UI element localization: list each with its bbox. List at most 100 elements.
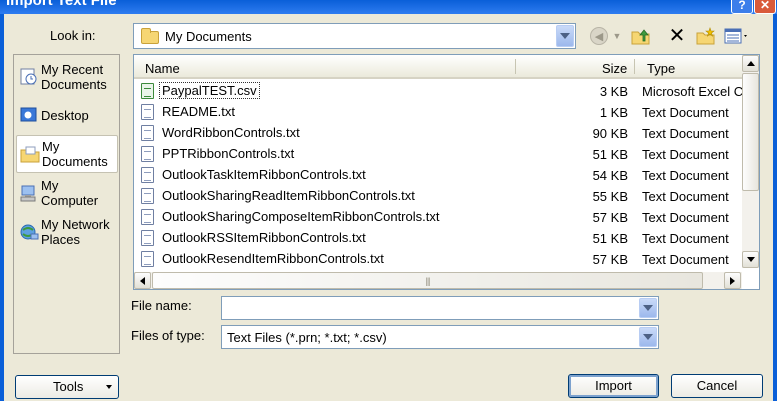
files-of-type-label: Files of type: — [131, 328, 205, 343]
column-header-size[interactable]: Size — [602, 61, 627, 76]
back-button[interactable]: ◀ — [590, 27, 608, 45]
text-document-icon — [141, 230, 154, 246]
file-name: README.txt — [162, 104, 235, 119]
look-in-dropdown-arrow[interactable] — [556, 25, 574, 47]
file-type: Text Document — [642, 105, 729, 120]
vertical-scrollbar[interactable] — [742, 55, 759, 268]
place-my-network-places[interactable]: My Network Places — [16, 214, 118, 252]
file-size: 90 KB — [592, 126, 628, 141]
file-type: Text Document — [642, 126, 729, 141]
my-documents-icon — [20, 146, 40, 163]
delete-button[interactable]: ✕ — [668, 25, 686, 47]
file-row[interactable]: OutlookRSSItemRibbonControls.txt 51 KB T… — [134, 228, 742, 249]
file-size: 1 KB — [599, 105, 628, 120]
chevron-down-icon — [560, 33, 570, 39]
desktop-icon — [20, 107, 37, 122]
look-in-label: Look in: — [50, 28, 96, 43]
text-document-icon — [141, 167, 154, 183]
text-document-icon — [141, 125, 154, 141]
cancel-button[interactable]: Cancel — [671, 374, 763, 398]
file-name-dropdown-arrow[interactable] — [639, 298, 657, 318]
file-row[interactable]: OutlookResendItemRibbonControls.txt 57 K… — [134, 249, 742, 270]
horizontal-scroll-thumb[interactable]: ||| — [152, 272, 703, 289]
tools-button[interactable]: Tools — [15, 375, 119, 399]
column-header-type[interactable]: Type — [647, 61, 675, 76]
help-icon: ? — [738, 0, 746, 12]
window-title: Import Text File — [6, 0, 117, 9]
file-name-input[interactable] — [221, 296, 659, 320]
views-button[interactable] — [724, 27, 750, 45]
scroll-right-button[interactable] — [724, 272, 741, 289]
files-of-type-dropdown[interactable]: Text Files (*.prn; *.txt; *.csv) — [221, 325, 659, 349]
text-document-icon — [141, 146, 154, 162]
chevron-down-icon — [643, 305, 653, 311]
file-row[interactable]: OutlookTaskItemRibbonControls.txt 54 KB … — [134, 165, 742, 186]
place-desktop[interactable]: Desktop — [16, 97, 118, 135]
file-size: 57 KB — [592, 252, 628, 267]
title-bar: Import Text File ? ✕ — [0, 0, 777, 14]
scroll-up-button[interactable] — [742, 55, 759, 72]
places-bar: My Recent Documents Desktop My Documents… — [13, 54, 120, 354]
place-my-computer[interactable]: My Computer — [16, 175, 118, 213]
place-label: My Network Places — [41, 217, 110, 247]
arrow-left-icon — [140, 276, 145, 285]
file-row[interactable]: OutlookSharingReadItemRibbonControls.txt… — [134, 186, 742, 207]
files-of-type-value: Text Files (*.prn; *.txt; *.csv) — [227, 330, 387, 345]
help-button[interactable]: ? — [731, 0, 753, 14]
place-my-documents[interactable]: My Documents — [16, 135, 118, 173]
file-size: 54 KB — [592, 168, 628, 183]
scroll-left-button[interactable] — [134, 272, 151, 289]
file-size: 51 KB — [592, 147, 628, 162]
look-in-dropdown[interactable]: My Documents — [133, 23, 576, 49]
text-document-icon — [141, 251, 154, 267]
file-row[interactable]: PPTRibbonControls.txt 51 KB Text Documen… — [134, 144, 742, 165]
file-row[interactable]: PaypalTEST.csv 3 KB Microsoft Excel C — [134, 81, 744, 102]
look-in-value: My Documents — [165, 29, 252, 44]
file-type: Microsoft Excel C — [642, 84, 744, 99]
horizontal-scrollbar[interactable]: ||| — [134, 272, 742, 289]
back-dropdown-arrow[interactable]: ▼ — [612, 27, 622, 45]
window-frame-left — [0, 14, 4, 401]
file-type: Text Document — [642, 168, 729, 183]
arrow-up-icon — [746, 61, 755, 66]
file-size: 57 KB — [592, 210, 628, 225]
text-document-icon — [141, 104, 154, 120]
text-document-icon — [141, 209, 154, 225]
file-name-label: File name: — [131, 298, 192, 313]
close-button[interactable]: ✕ — [754, 0, 776, 14]
up-one-level-icon — [631, 29, 650, 45]
file-name: OutlookTaskItemRibbonControls.txt — [162, 167, 366, 182]
column-header-name[interactable]: Name — [145, 61, 180, 76]
file-row[interactable]: OutlookSharingComposeItemRibbonControls.… — [134, 207, 742, 228]
my-documents-folder-icon — [141, 28, 159, 44]
file-name: OutlookSharingComposeItemRibbonControls.… — [162, 209, 440, 224]
file-size: 3 KB — [599, 84, 628, 99]
file-row[interactable]: WordRibbonControls.txt 90 KB Text Docume… — [134, 123, 742, 144]
place-label: My Documents — [42, 139, 108, 169]
new-folder-button[interactable] — [696, 27, 716, 45]
recent-documents-icon — [20, 68, 37, 85]
file-type: Text Document — [642, 210, 729, 225]
file-name: WordRibbonControls.txt — [162, 125, 300, 140]
text-document-icon — [141, 188, 154, 204]
up-one-level-button[interactable] — [631, 27, 651, 45]
file-type: Text Document — [642, 147, 729, 162]
file-list[interactable]: Name Size Type PaypalTEST.csv 3 KB Micro… — [133, 54, 760, 290]
import-button[interactable]: Import — [568, 374, 659, 398]
delete-icon: ✕ — [668, 25, 686, 47]
back-arrow-icon: ◀ — [594, 31, 604, 43]
file-row[interactable]: README.txt 1 KB Text Document — [134, 102, 742, 123]
file-type: Text Document — [642, 231, 729, 246]
column-divider[interactable] — [634, 59, 635, 74]
column-divider[interactable] — [515, 59, 516, 74]
vertical-scroll-thumb[interactable] — [742, 73, 759, 191]
place-label: Desktop — [41, 108, 89, 123]
file-size: 51 KB — [592, 231, 628, 246]
close-icon: ✕ — [759, 0, 771, 12]
chevron-down-icon — [643, 334, 653, 340]
scroll-down-button[interactable] — [742, 251, 759, 268]
new-folder-icon — [696, 27, 715, 45]
file-size: 55 KB — [592, 189, 628, 204]
place-my-recent-documents[interactable]: My Recent Documents — [16, 59, 118, 97]
files-of-type-dropdown-arrow[interactable] — [639, 327, 657, 347]
